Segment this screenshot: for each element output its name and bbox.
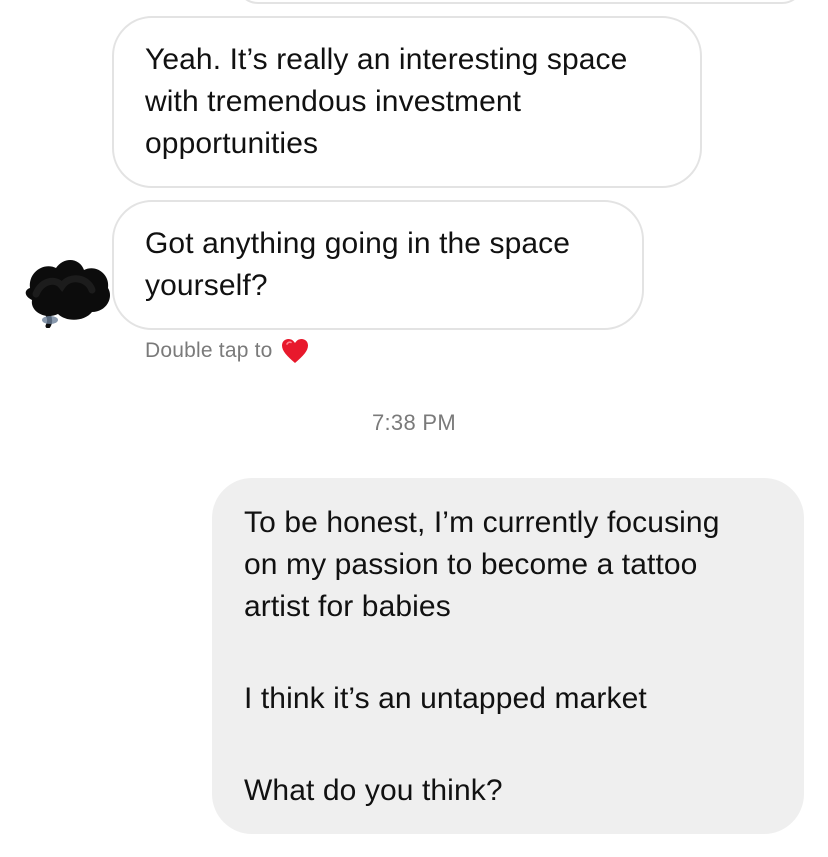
chat-thread: Yeah. It’s really an interesting space w… bbox=[0, 0, 828, 857]
message-text-line: with tremendous investment bbox=[145, 85, 522, 118]
message-text-line: on my passion to become a tattoo bbox=[244, 548, 698, 581]
heart-icon bbox=[281, 339, 308, 363]
message-text-line: artist for babies bbox=[244, 590, 451, 623]
message-text-line: Got anything going in the space bbox=[145, 227, 571, 260]
avatar-redaction-scribble bbox=[25, 259, 111, 329]
message-text-line: I think it’s an untapped market bbox=[244, 682, 647, 715]
double-tap-to-like-hint: Double tap to bbox=[145, 337, 309, 365]
message-text-line: To be honest, I’m currently focusing bbox=[244, 506, 720, 539]
incoming-message-bubble[interactable]: Got anything going in the space yourself… bbox=[112, 200, 644, 330]
message-text-line: yourself? bbox=[145, 269, 268, 302]
avatar[interactable] bbox=[22, 250, 114, 329]
message-timestamp: 7:38 PM bbox=[371, 410, 457, 435]
previous-message-bubble[interactable] bbox=[236, 0, 804, 4]
incoming-message-bubble[interactable]: Yeah. It’s really an interesting space w… bbox=[112, 16, 702, 188]
message-text-line: opportunities bbox=[145, 127, 319, 160]
outgoing-message-bubble[interactable]: To be honest, I’m currently focusing on … bbox=[212, 478, 804, 834]
message-text-line: What do you think? bbox=[244, 774, 503, 807]
double-tap-label: Double tap to bbox=[145, 339, 273, 362]
message-text-line: Yeah. It’s really an interesting space bbox=[145, 43, 628, 76]
